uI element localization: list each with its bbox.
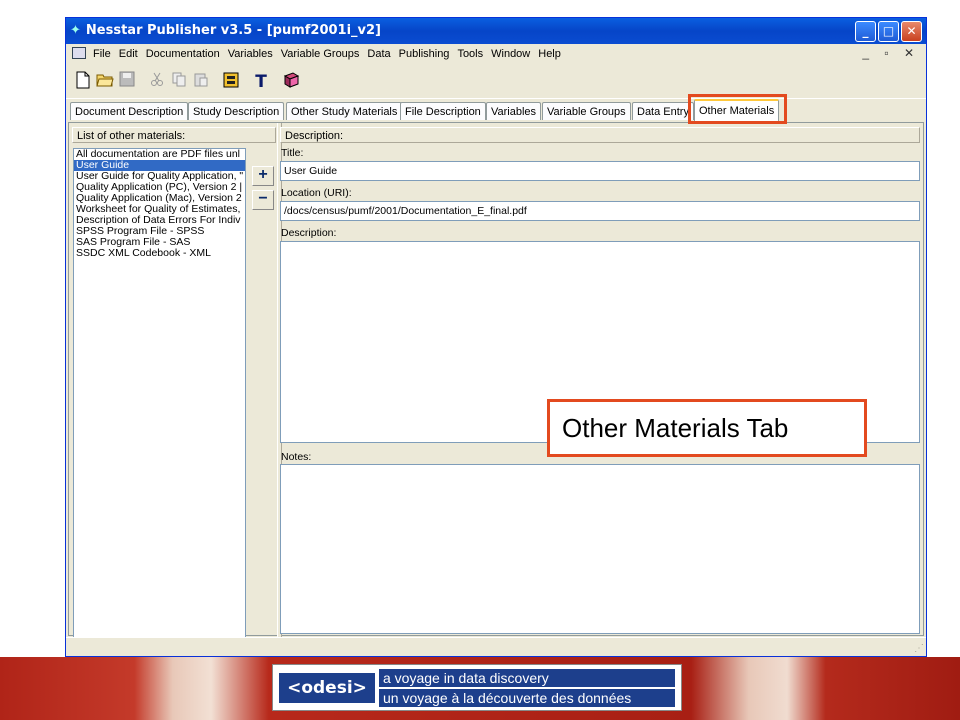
logo-tagline-fr: un voyage à la découverte des données [379, 689, 675, 707]
list-header: List of other materials: [72, 127, 276, 143]
list-item[interactable]: SSDC XML Codebook - XML [74, 248, 245, 259]
list-item[interactable]: SAS Program File - SAS [74, 237, 245, 248]
menu-file[interactable]: File [89, 44, 115, 64]
odesi-logo: <odesi> a voyage in data discovery un vo… [272, 664, 682, 711]
list-item[interactable]: Quality Application (Mac), Version 2 [74, 193, 245, 204]
menu-variable-groups[interactable]: Variable Groups [277, 44, 364, 64]
toolbar: T [66, 66, 926, 99]
resize-grip-icon[interactable]: ⋰ [914, 643, 924, 654]
open-icon[interactable] [94, 71, 116, 93]
tab-content-panel: List of other materials: All documentati… [68, 122, 924, 638]
menu-tools[interactable]: Tools [453, 44, 487, 64]
description-header: Description: [280, 127, 920, 143]
copy-icon[interactable] [168, 71, 190, 93]
tab-other-materials[interactable]: Other Materials [694, 99, 780, 121]
footer-banner: <odesi> a voyage in data discovery un vo… [0, 657, 960, 720]
logo-tagline-en: a voyage in data discovery [379, 669, 675, 687]
tab-variables[interactable]: Variables [486, 102, 542, 120]
tab-data-entry[interactable]: Data Entry [632, 102, 694, 120]
menu-edit[interactable]: Edit [115, 44, 142, 64]
menu-window[interactable]: Window [487, 44, 534, 64]
title-bar[interactable]: ✦ Nesstar Publisher v3.5 - [pumf2001i_v2]… [66, 18, 926, 44]
book-icon[interactable] [280, 71, 302, 93]
status-bar: ⋰ [66, 637, 926, 656]
list-item[interactable]: SPSS Program File - SPSS [74, 226, 245, 237]
list-item[interactable]: Description of Data Errors For Indiv [74, 215, 245, 226]
new-icon[interactable] [72, 71, 94, 93]
menu-bar: File Edit Documentation Variables Variable G… [66, 44, 926, 64]
menu-publishing[interactable]: Publishing [395, 44, 454, 64]
cut-icon[interactable] [146, 71, 168, 93]
app-window: ✦ Nesstar Publisher v3.5 - [pumf2001i_v2]… [65, 17, 927, 657]
add-material-button[interactable]: + [252, 166, 274, 186]
text-icon[interactable]: T [250, 71, 272, 93]
mdi-controls[interactable]: _ ▫ ✕ [862, 46, 920, 60]
save-icon[interactable] [116, 71, 138, 93]
menu-data[interactable]: Data [363, 44, 394, 64]
document-icon[interactable] [72, 47, 86, 59]
list-item[interactable]: User Guide for Quality Application, " [74, 171, 245, 182]
description-label: Description: [281, 227, 337, 239]
window-title: Nesstar Publisher v3.5 - [pumf2001i_v2] [85, 23, 382, 38]
notes-textarea[interactable] [280, 464, 920, 634]
callout-label: Other Materials Tab [547, 399, 867, 457]
paste-icon[interactable] [190, 71, 212, 93]
tab-document-description[interactable]: Document Description [70, 102, 189, 120]
nesstar-app-icon: ✦ [70, 23, 81, 38]
title-field[interactable]: User Guide [280, 161, 920, 181]
notes-label: Notes: [281, 451, 312, 463]
tab-study-description[interactable]: Study Description [188, 102, 285, 120]
tab-variable-groups[interactable]: Variable Groups [542, 102, 631, 120]
list-item[interactable]: Worksheet for Quality of Estimates, [74, 204, 245, 215]
location-label: Location (URI): [281, 187, 352, 199]
tab-file-description[interactable]: File Description [400, 102, 486, 120]
menu-variables[interactable]: Variables [224, 44, 277, 64]
close-button[interactable]: ✕ [901, 21, 922, 42]
minimize-button[interactable]: _ [855, 21, 876, 42]
remove-material-button[interactable]: − [252, 190, 274, 210]
list-item[interactable]: Quality Application (PC), Version 2 | [74, 182, 245, 193]
other-materials-list[interactable]: All documentation are PDF files unl User… [73, 148, 246, 638]
menu-help[interactable]: Help [534, 44, 565, 64]
export-icon[interactable] [220, 71, 242, 93]
maximize-button[interactable]: □ [878, 21, 899, 42]
location-field[interactable]: /docs/census/pumf/2001/Documentation_E_f… [280, 201, 920, 221]
tab-other-study-materials[interactable]: Other Study Materials [286, 102, 403, 120]
list-item[interactable]: All documentation are PDF files unl [74, 149, 245, 160]
tab-strip: Document Description Study Description O… [68, 99, 924, 122]
list-item-selected[interactable]: User Guide [74, 160, 245, 171]
odesi-logo-mark: <odesi> [279, 673, 375, 703]
title-label: Title: [281, 147, 304, 159]
menu-documentation[interactable]: Documentation [142, 44, 224, 64]
